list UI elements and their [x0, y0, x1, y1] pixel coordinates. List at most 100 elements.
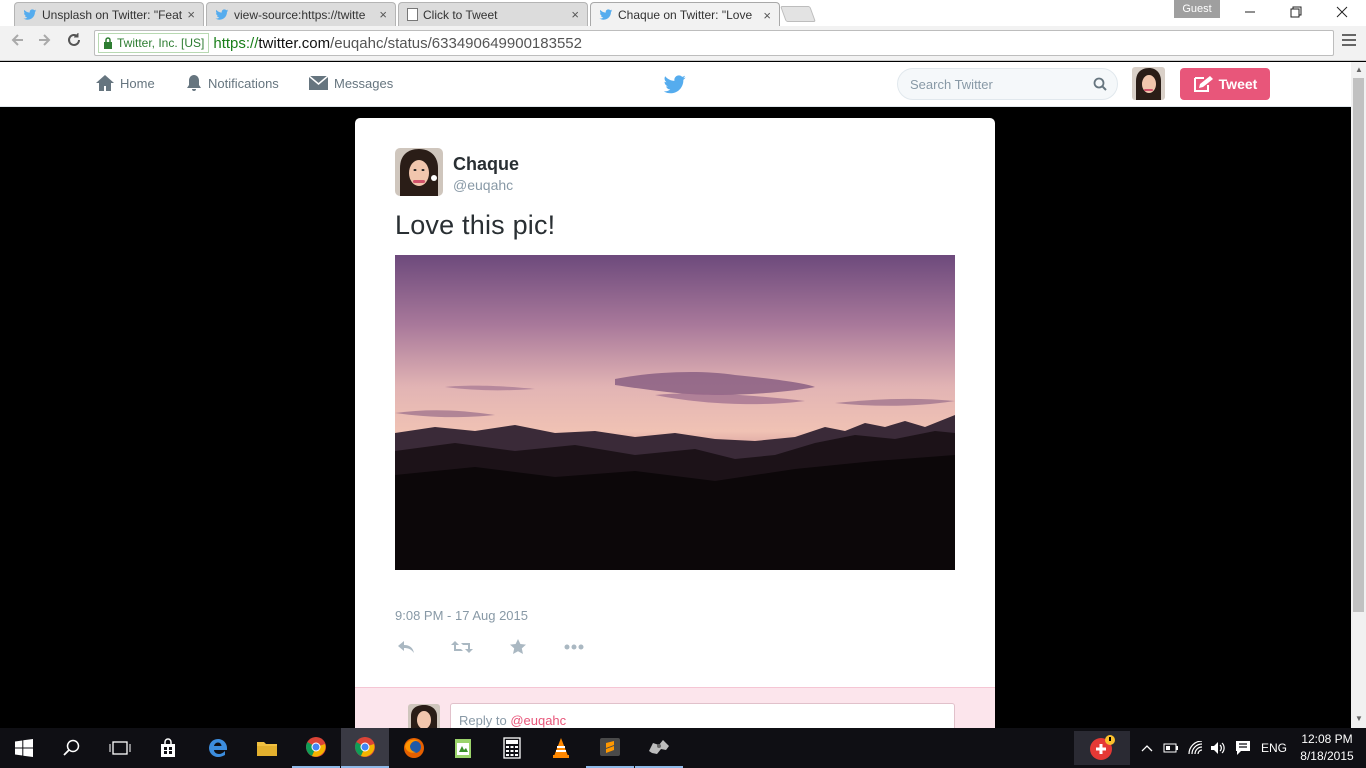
- lock-icon: [104, 37, 112, 49]
- windows-taskbar: ENG 12:08 PM 8/18/2015: [0, 728, 1366, 768]
- close-icon[interactable]: ×: [379, 7, 387, 22]
- nav-notifications[interactable]: Notifications: [185, 74, 279, 92]
- nav-messages-label: Messages: [334, 75, 394, 91]
- compose-tweet-label: Tweet: [1218, 76, 1258, 92]
- scroll-thumb[interactable]: [1353, 78, 1364, 612]
- window-close-icon[interactable]: [1319, 0, 1365, 26]
- page-icon: [407, 8, 418, 21]
- address-bar[interactable]: Twitter, Inc. [US] https://twitter.com/e…: [94, 30, 1334, 56]
- home-icon: [96, 75, 114, 91]
- back-icon[interactable]: [6, 32, 28, 54]
- close-icon[interactable]: ×: [571, 7, 579, 22]
- profile-badge[interactable]: Guest: [1174, 0, 1220, 18]
- edge-icon[interactable]: [194, 728, 242, 768]
- restore-icon[interactable]: [1273, 0, 1319, 26]
- tweet-photo[interactable]: [395, 255, 955, 570]
- author-name[interactable]: Chaque: [453, 154, 519, 175]
- browser-toolbar: Twitter, Inc. [US] https://twitter.com/e…: [0, 26, 1366, 61]
- reply-section: Reply to @euqahc: [355, 687, 995, 728]
- browser-tab-strip: Unsplash on Twitter: "Feat × view-source…: [0, 0, 1366, 27]
- tweet-text: Love this pic!: [395, 210, 556, 240]
- more-icon[interactable]: [563, 636, 585, 658]
- author-handle[interactable]: @euqahc: [453, 177, 513, 193]
- search-box[interactable]: [897, 68, 1118, 100]
- browser-tab[interactable]: Unsplash on Twitter: "Feat ×: [14, 2, 204, 26]
- volume-icon[interactable]: [1210, 728, 1226, 768]
- chrome-icon[interactable]: [341, 728, 389, 768]
- compose-icon: [1193, 76, 1213, 92]
- tab-title: Click to Tweet: [423, 7, 498, 22]
- url-text: https://twitter.com/euqahc/status/633490…: [213, 35, 582, 52]
- compose-tweet-button[interactable]: Tweet: [1180, 68, 1270, 100]
- nav-messages[interactable]: Messages: [308, 74, 393, 92]
- calculator-icon[interactable]: [488, 728, 536, 768]
- alert-app-icon: [1090, 735, 1115, 760]
- reply-input[interactable]: Reply to @euqahc: [450, 703, 955, 728]
- close-icon[interactable]: ×: [187, 7, 195, 22]
- browser-menu-icon[interactable]: [1342, 34, 1356, 49]
- reply-avatar: [408, 704, 440, 728]
- chevron-up-icon[interactable]: [1141, 728, 1153, 768]
- tab-title: Chaque on Twitter: "Love: [618, 8, 753, 22]
- author-avatar[interactable]: [395, 148, 443, 196]
- browser-tab[interactable]: view-source:https://twitte ×: [206, 2, 396, 26]
- twitter-top-bar: Home Notifications Messages Tweet: [0, 62, 1351, 107]
- input-language[interactable]: ENG: [1261, 728, 1287, 768]
- twitter-bird-icon: [215, 8, 229, 20]
- ev-certificate-chip[interactable]: Twitter, Inc. [US]: [98, 33, 210, 53]
- reply-icon[interactable]: [395, 636, 417, 658]
- vlc-icon[interactable]: [537, 728, 585, 768]
- battery-icon[interactable]: [1163, 728, 1179, 768]
- twitter-bird-icon: [23, 8, 37, 20]
- favorite-icon[interactable]: [507, 636, 529, 658]
- tray-overflow-area: [1074, 728, 1130, 768]
- sublime-icon[interactable]: [586, 728, 634, 768]
- browser-tab-active[interactable]: Chaque on Twitter: "Love ×: [590, 2, 780, 27]
- search-icon[interactable]: [1093, 77, 1107, 91]
- nav-home[interactable]: Home: [95, 74, 155, 92]
- firefox-icon[interactable]: [390, 728, 438, 768]
- notifications-icon: [187, 75, 201, 91]
- messages-icon: [308, 75, 329, 90]
- scroll-down-icon[interactable]: ▼: [1355, 714, 1363, 723]
- tweet-actions: [395, 636, 619, 658]
- scroll-up-icon[interactable]: ▲: [1355, 65, 1363, 74]
- system-clock[interactable]: 12:08 PM 8/18/2015: [1296, 731, 1358, 765]
- search-input[interactable]: [910, 76, 1093, 92]
- browser-tab[interactable]: Click to Tweet ×: [398, 2, 588, 26]
- url-scheme: https://: [213, 34, 259, 52]
- forward-icon[interactable]: [34, 32, 56, 54]
- close-icon[interactable]: ×: [763, 8, 771, 23]
- language-label: ENG: [1261, 741, 1288, 755]
- tweet-timestamp[interactable]: 9:08 PM - 17 Aug 2015: [395, 608, 528, 623]
- clock-date: 8/18/2015: [1300, 749, 1354, 763]
- store-icon[interactable]: [144, 728, 192, 768]
- clock-time: 12:08 PM: [1301, 732, 1353, 746]
- user-avatar[interactable]: [1132, 67, 1165, 100]
- chrome-icon[interactable]: [292, 728, 340, 768]
- page-scrollbar[interactable]: ▲ ▼: [1351, 62, 1366, 728]
- tab-title: view-source:https://twitte: [234, 7, 366, 22]
- action-center-icon[interactable]: [1235, 728, 1251, 768]
- reload-icon[interactable]: [63, 32, 85, 54]
- url-host: twitter.com: [258, 34, 331, 52]
- task-view-icon[interactable]: [96, 728, 144, 768]
- url-path: /euqahc/status/633490649900183552: [330, 34, 582, 52]
- reply-prefix: Reply to: [459, 713, 511, 728]
- tray-pinned-app[interactable]: [1074, 731, 1130, 765]
- notepad-icon[interactable]: [439, 728, 487, 768]
- nav-home-label: Home: [120, 75, 155, 91]
- twitter-bird-icon: [599, 9, 613, 20]
- retweet-icon[interactable]: [451, 636, 473, 658]
- twitter-logo-icon[interactable]: [663, 75, 686, 99]
- ev-label: Twitter, Inc. [US]: [117, 36, 205, 50]
- minimize-icon[interactable]: [1227, 0, 1273, 26]
- wifi-icon[interactable]: [1188, 728, 1204, 768]
- file-explorer-icon[interactable]: [243, 728, 291, 768]
- nav-notifications-label: Notifications: [208, 75, 279, 91]
- start-icon[interactable]: [0, 728, 48, 768]
- new-tab-button[interactable]: [780, 6, 816, 22]
- search-icon[interactable]: [48, 728, 96, 768]
- app-icon[interactable]: [635, 728, 683, 768]
- tweet-permalink-card: Chaque @euqahc Love this pic! 9:08 PM - …: [355, 118, 995, 728]
